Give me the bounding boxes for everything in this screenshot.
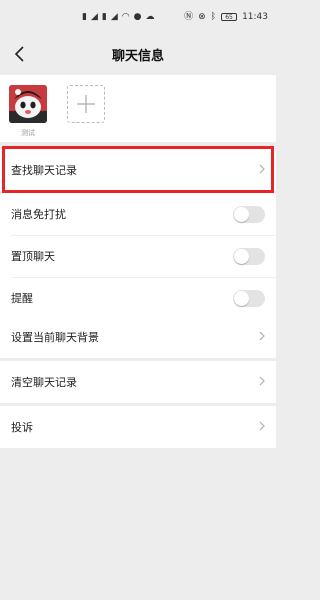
- toggle-knob: [234, 206, 249, 222]
- member-item[interactable]: 测试: [9, 85, 47, 138]
- mute-icon: ⊗: [198, 11, 206, 22]
- reminder-label: 提醒: [11, 292, 33, 305]
- clear-section: 清空聊天记录: [0, 361, 276, 403]
- signal-icon: ◢: [110, 11, 118, 22]
- clear-chat-history-label: 清空聊天记录: [11, 376, 77, 389]
- member-name: 测试: [21, 129, 35, 137]
- sticky-chat-toggle[interactable]: [233, 247, 265, 265]
- avatar[interactable]: [9, 85, 47, 123]
- wechat-icon: ●: [133, 11, 142, 22]
- back-button[interactable]: [8, 41, 32, 67]
- status-left-icons: ▮ ◢ ▮ ◢ ◠ ● ☁: [82, 11, 155, 22]
- search-chat-history-label: 查找聊天记录: [11, 164, 77, 177]
- bluetooth-icon: ᛒ: [210, 11, 217, 22]
- report-label: 投诉: [11, 421, 33, 434]
- clear-chat-history-row[interactable]: 清空聊天记录: [0, 361, 276, 403]
- toggle-knob: [234, 290, 249, 306]
- reminder-row: 提醒: [0, 277, 276, 319]
- cloud-icon: ☁: [145, 11, 155, 22]
- chevron-right-icon: [259, 331, 265, 344]
- chevron-right-icon: [259, 376, 265, 389]
- header-bar: 聊天信息: [0, 34, 276, 74]
- sticky-chat-label: 置顶聊天: [11, 250, 55, 263]
- page-title: 聊天信息: [111, 48, 164, 64]
- toggle-section: 消息免打扰 置顶聊天 提醒: [0, 193, 276, 319]
- wifi-icon: ◠: [121, 11, 130, 22]
- sticky-chat-row: 置顶聊天: [0, 235, 276, 277]
- mute-notifications-label: 消息免打扰: [11, 208, 66, 221]
- status-right-icons: Ⓝ ⊗ ᛒ 65 11:43: [184, 12, 268, 22]
- search-chat-history-row[interactable]: 查找聊天记录: [0, 149, 276, 191]
- search-section: 查找聊天记录: [0, 149, 276, 191]
- chevron-right-icon: [259, 421, 265, 434]
- mute-notifications-row: 消息免打扰: [0, 193, 276, 235]
- status-time: 11:43: [242, 12, 268, 22]
- sim-hd-icon: ▮: [82, 11, 87, 22]
- background-section: 设置当前聊天背景: [0, 316, 276, 358]
- sim-hd-icon: ▮: [101, 11, 107, 22]
- set-chat-background-label: 设置当前聊天背景: [11, 331, 99, 344]
- battery-icon: 65: [221, 13, 238, 21]
- status-bar: ▮ ◢ ▮ ◢ ◠ ● ☁ Ⓝ ⊗ ᛒ 65 11:43: [0, 0, 276, 34]
- member-list: 测试: [0, 75, 276, 142]
- report-section: 投诉: [0, 406, 276, 448]
- chevron-right-icon: [259, 164, 265, 177]
- signal-icon: ◢: [90, 11, 98, 22]
- set-chat-background-row[interactable]: 设置当前聊天背景: [0, 316, 276, 358]
- report-row[interactable]: 投诉: [0, 406, 276, 448]
- plus-icon: [77, 95, 95, 113]
- reminder-toggle[interactable]: [233, 289, 265, 307]
- add-member-button[interactable]: [67, 85, 105, 123]
- mute-notifications-toggle[interactable]: [233, 205, 265, 223]
- toggle-knob: [234, 248, 249, 264]
- chevron-left-icon: [14, 46, 24, 62]
- nfc-icon: Ⓝ: [184, 11, 194, 22]
